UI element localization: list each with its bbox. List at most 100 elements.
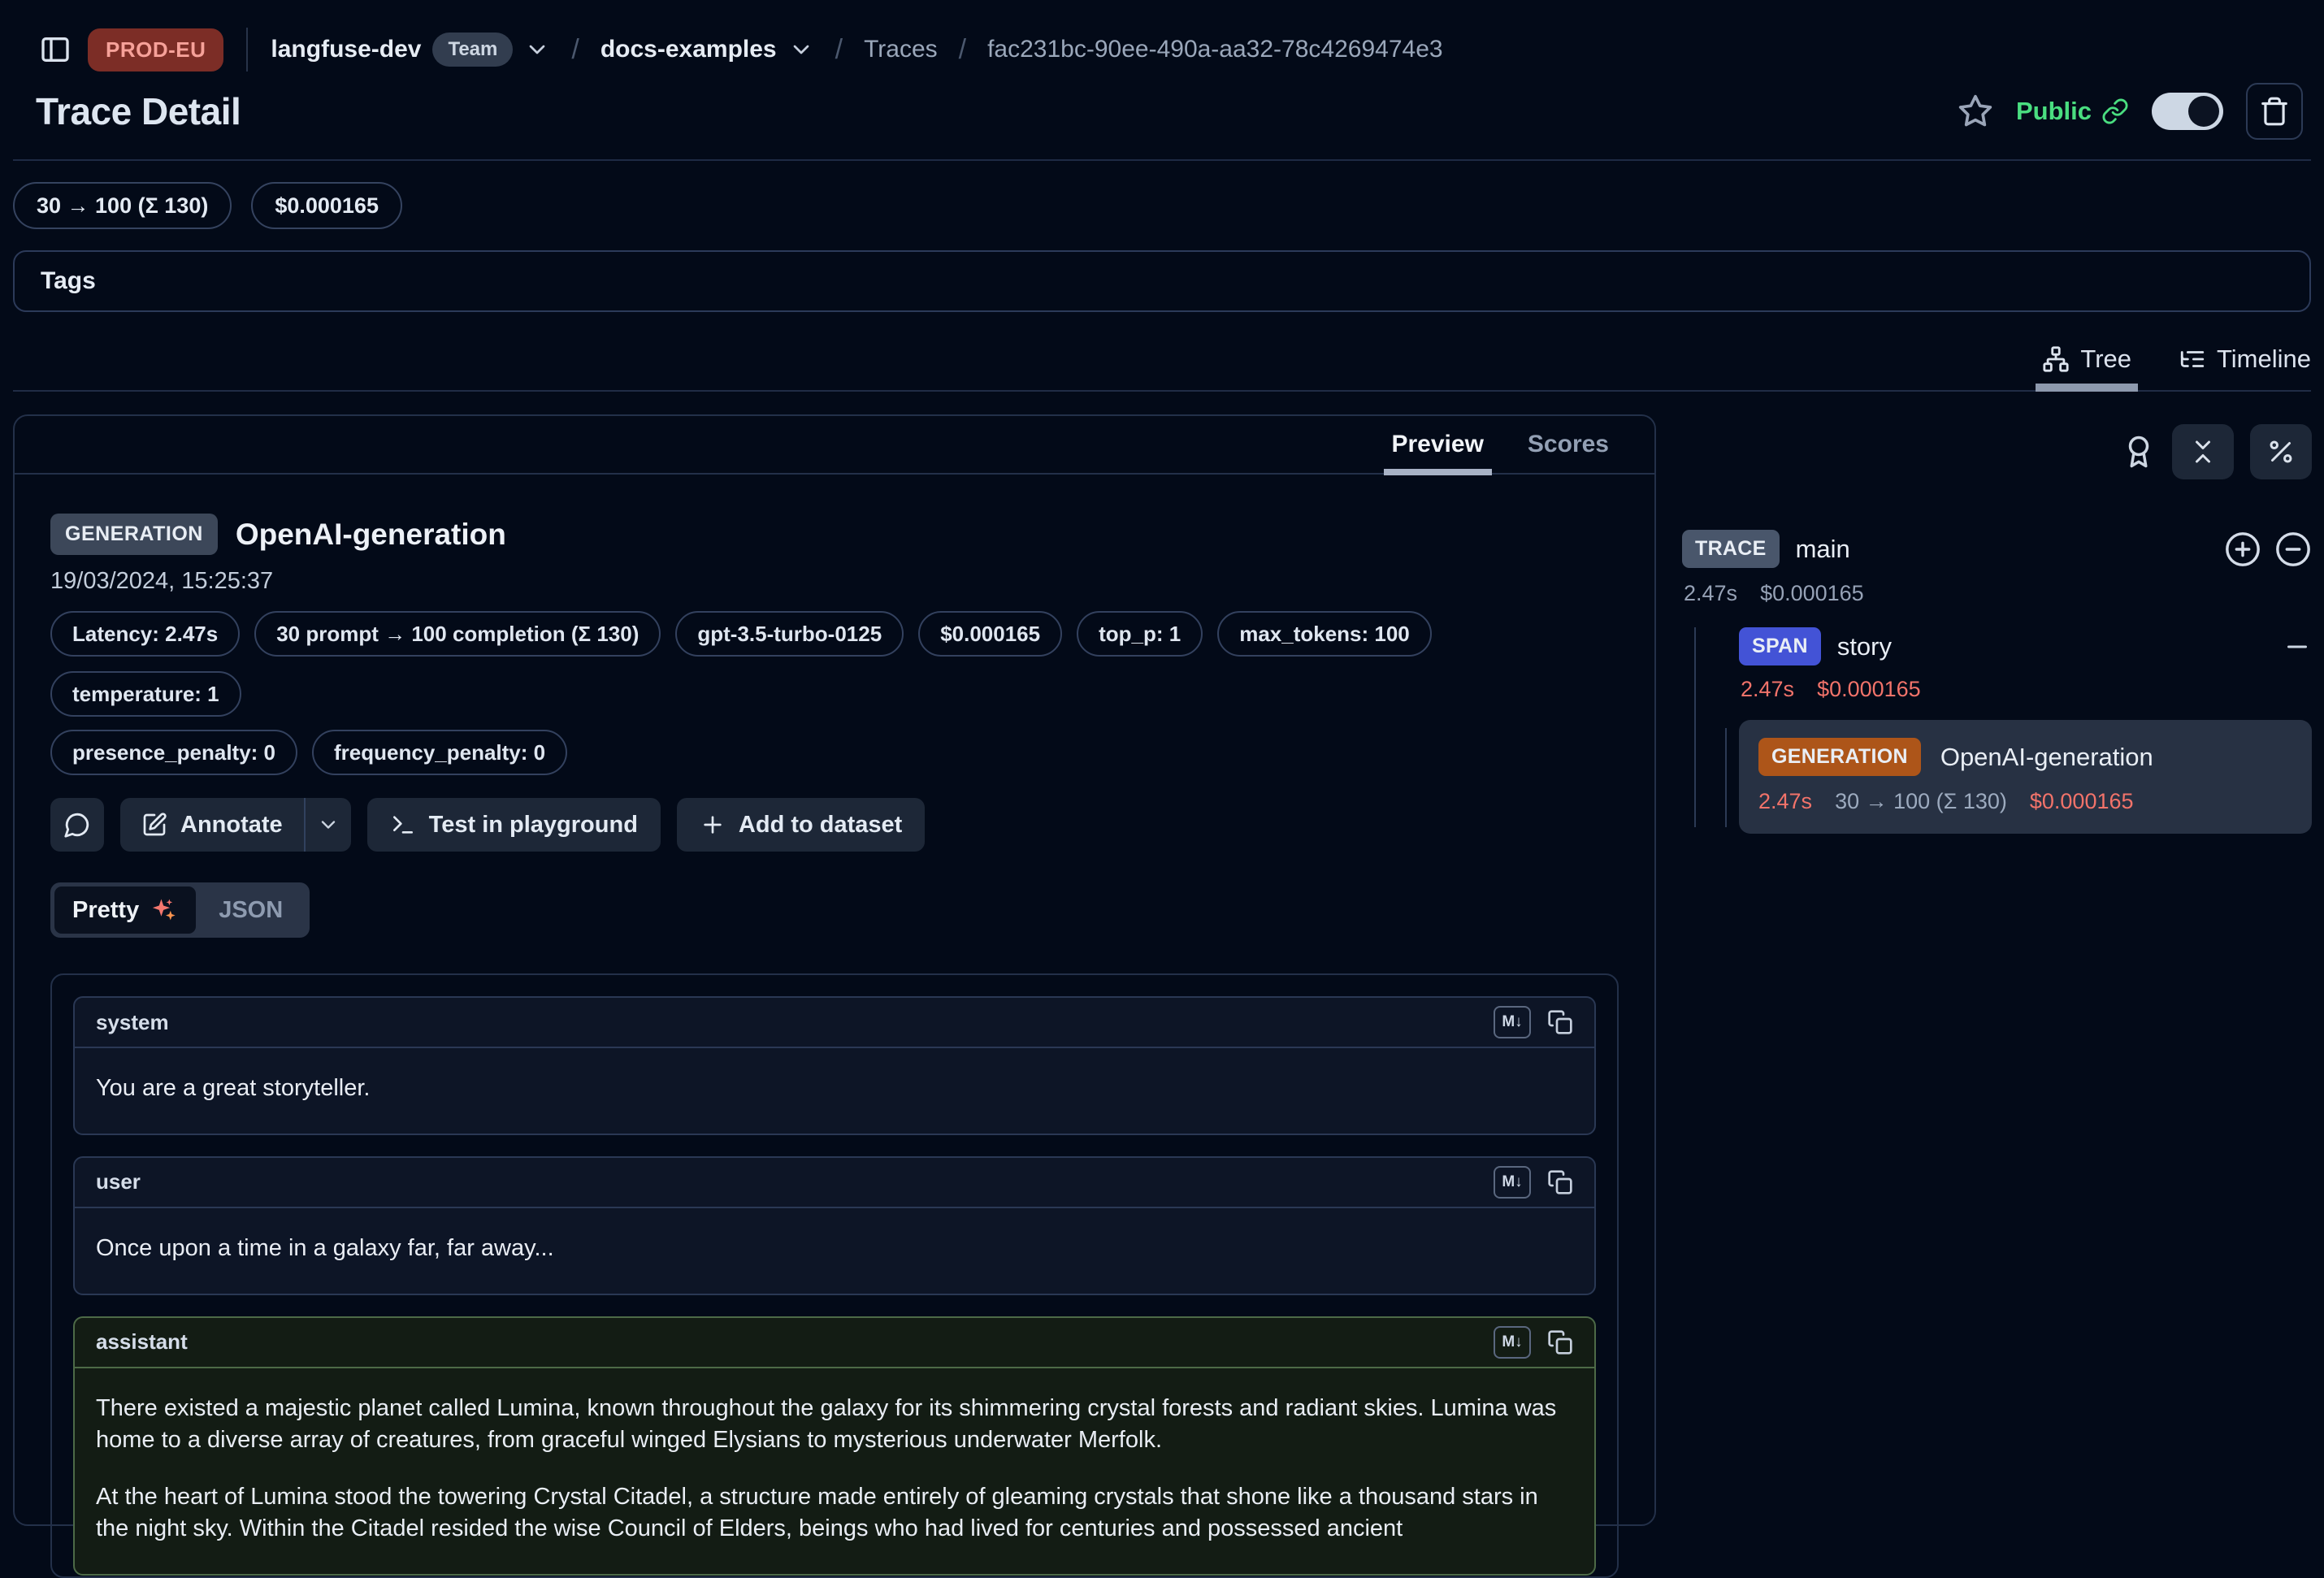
token-usage-pill: 30 prompt → 100 completion (Σ 130) — [254, 611, 661, 657]
message-content: Once upon a time in a galaxy far, far aw… — [75, 1208, 1594, 1294]
message-paragraph: At the heart of Lumina stood the towerin… — [96, 1481, 1573, 1545]
breadcrumb-project[interactable]: docs-examples — [601, 36, 777, 63]
markdown-toggle-button[interactable]: M↓ — [1494, 1166, 1531, 1199]
frequency-penalty-pill: frequency_penalty: 0 — [312, 730, 567, 775]
generation-row: GENERATION OpenAI-generation — [1758, 738, 2292, 776]
trace-type-badge: TRACE — [1682, 530, 1780, 568]
copy-button[interactable] — [1547, 1329, 1573, 1355]
edit-pen-icon — [141, 812, 167, 838]
span-cost: $0.000165 — [1817, 677, 1921, 702]
presence-penalty-pill: presence_penalty: 0 — [50, 730, 297, 775]
span-name: story — [1837, 632, 1892, 661]
tab-scores[interactable]: Scores — [1528, 415, 1609, 474]
collapse-node-button[interactable] — [2283, 632, 2312, 661]
public-share-link[interactable]: Public — [2016, 97, 2129, 126]
tree-guide-line — [1694, 627, 1696, 827]
tags-box[interactable]: Tags — [13, 250, 2311, 312]
panel-tabs: Preview Scores — [15, 416, 1654, 475]
tab-timeline-label: Timeline — [2217, 345, 2311, 374]
message-role-label: system — [96, 1010, 169, 1035]
format-toggle: Pretty JSON — [50, 882, 310, 938]
tab-preview-label: Preview — [1392, 431, 1484, 458]
assistant-message-header: assistant M↓ — [75, 1318, 1594, 1368]
pretty-view-button[interactable]: Pretty — [54, 887, 196, 934]
zoom-in-button[interactable] — [2224, 531, 2261, 568]
playground-label: Test in playground — [429, 812, 638, 839]
breadcrumb: langfuse-dev Team / docs-examples / Trac… — [271, 33, 1442, 67]
tab-timeline[interactable]: Timeline — [2179, 345, 2311, 374]
metrics-percent-button[interactable] — [2250, 424, 2312, 479]
link-icon — [2101, 98, 2129, 125]
public-label: Public — [2016, 97, 2092, 126]
annotate-label: Annotate — [180, 812, 283, 839]
annotate-split-button: Annotate — [120, 798, 351, 852]
toggle-thumb — [2188, 96, 2219, 127]
message-content: There existed a majestic planet called L… — [75, 1368, 1594, 1574]
delete-trace-button[interactable] — [2246, 83, 2303, 140]
org-type-badge[interactable]: Team — [432, 33, 513, 67]
copy-icon — [1547, 1009, 1573, 1035]
breadcrumb-traces-link[interactable]: Traces — [864, 36, 938, 63]
model-pill: gpt-3.5-turbo-0125 — [675, 611, 904, 657]
panel-left-icon — [39, 33, 72, 66]
message-paragraph: You are a great storyteller. — [96, 1073, 1573, 1104]
tree-node-trace[interactable]: TRACE main — [1680, 530, 2312, 568]
copy-button[interactable] — [1547, 1169, 1573, 1195]
trash-icon — [2259, 96, 2290, 127]
total-cost-badge: $0.000165 — [251, 182, 402, 229]
user-message-header: user M↓ — [75, 1158, 1594, 1208]
tree-network-icon — [2042, 345, 2070, 373]
observation-header: GENERATION OpenAI-generation — [50, 514, 1619, 555]
comments-button[interactable] — [50, 798, 104, 852]
message-role-label: assistant — [96, 1329, 188, 1355]
cost-pill: $0.000165 — [918, 611, 1062, 657]
markdown-toggle-button[interactable]: M↓ — [1494, 1006, 1531, 1038]
tree-node-span[interactable]: SPAN story — [1739, 627, 2312, 665]
add-to-dataset-button[interactable]: Add to dataset — [677, 798, 925, 852]
breadcrumb-separator: / — [959, 34, 966, 66]
breadcrumb-org[interactable]: langfuse-dev — [271, 36, 421, 63]
tab-preview[interactable]: Preview — [1392, 415, 1484, 474]
tree-node-generation-selected[interactable]: GENERATION OpenAI-generation 2.47s 30 → … — [1739, 720, 2312, 834]
json-view-button[interactable]: JSON — [196, 897, 306, 924]
percent-icon — [2266, 437, 2296, 466]
sparkles-icon — [150, 896, 178, 924]
project-switcher-button[interactable] — [788, 37, 814, 63]
message-tools: M↓ — [1494, 1326, 1573, 1359]
view-tabs: Tree Timeline — [13, 345, 2311, 392]
observation-timestamp: 19/03/2024, 15:25:37 — [50, 568, 1619, 595]
zoom-out-button[interactable] — [2274, 531, 2312, 568]
copy-icon — [1547, 1329, 1573, 1355]
annotation-queue-button[interactable] — [2122, 435, 2156, 469]
tree-toolbar — [1680, 424, 2312, 479]
copy-button[interactable] — [1547, 1009, 1573, 1035]
trace-summary-badges: 30 → 100 (Σ 130) $0.000165 — [0, 161, 2324, 229]
message-tools: M↓ — [1494, 1006, 1573, 1038]
active-tab-indicator — [2036, 384, 2138, 392]
environment-badge[interactable]: PROD-EU — [88, 28, 223, 72]
minus-icon — [2283, 632, 2312, 661]
page-title: Trace Detail — [36, 89, 241, 133]
title-actions: Public — [1958, 83, 2303, 140]
trace-name: main — [1796, 535, 1850, 564]
message-tools: M↓ — [1494, 1166, 1573, 1199]
annotate-dropdown-button[interactable] — [304, 798, 351, 852]
breadcrumb-separator: / — [835, 34, 843, 66]
topbar-divider — [246, 28, 248, 72]
bookmark-star-button[interactable] — [1958, 93, 1993, 129]
public-toggle[interactable] — [2152, 93, 2223, 130]
message-role-label: user — [96, 1169, 141, 1194]
org-switcher-button[interactable] — [524, 37, 550, 63]
tab-tree[interactable]: Tree — [2042, 345, 2131, 374]
markdown-toggle-button[interactable]: M↓ — [1494, 1326, 1531, 1359]
pretty-label: Pretty — [72, 897, 139, 924]
generation-metrics: 2.47s 30 → 100 (Σ 130) $0.000165 — [1758, 789, 2292, 814]
temperature-pill: temperature: 1 — [50, 671, 241, 717]
test-in-playground-button[interactable]: Test in playground — [367, 798, 661, 852]
annotate-button[interactable]: Annotate — [120, 798, 304, 852]
observation-panel: Preview Scores GENERATION OpenAI-generat… — [13, 414, 1656, 1526]
chevron-down-icon — [317, 813, 340, 836]
generation-tokens: 30 → 100 (Σ 130) — [1835, 789, 2007, 814]
sidebar-toggle-button[interactable] — [39, 33, 72, 66]
collapse-all-button[interactable] — [2172, 424, 2234, 479]
